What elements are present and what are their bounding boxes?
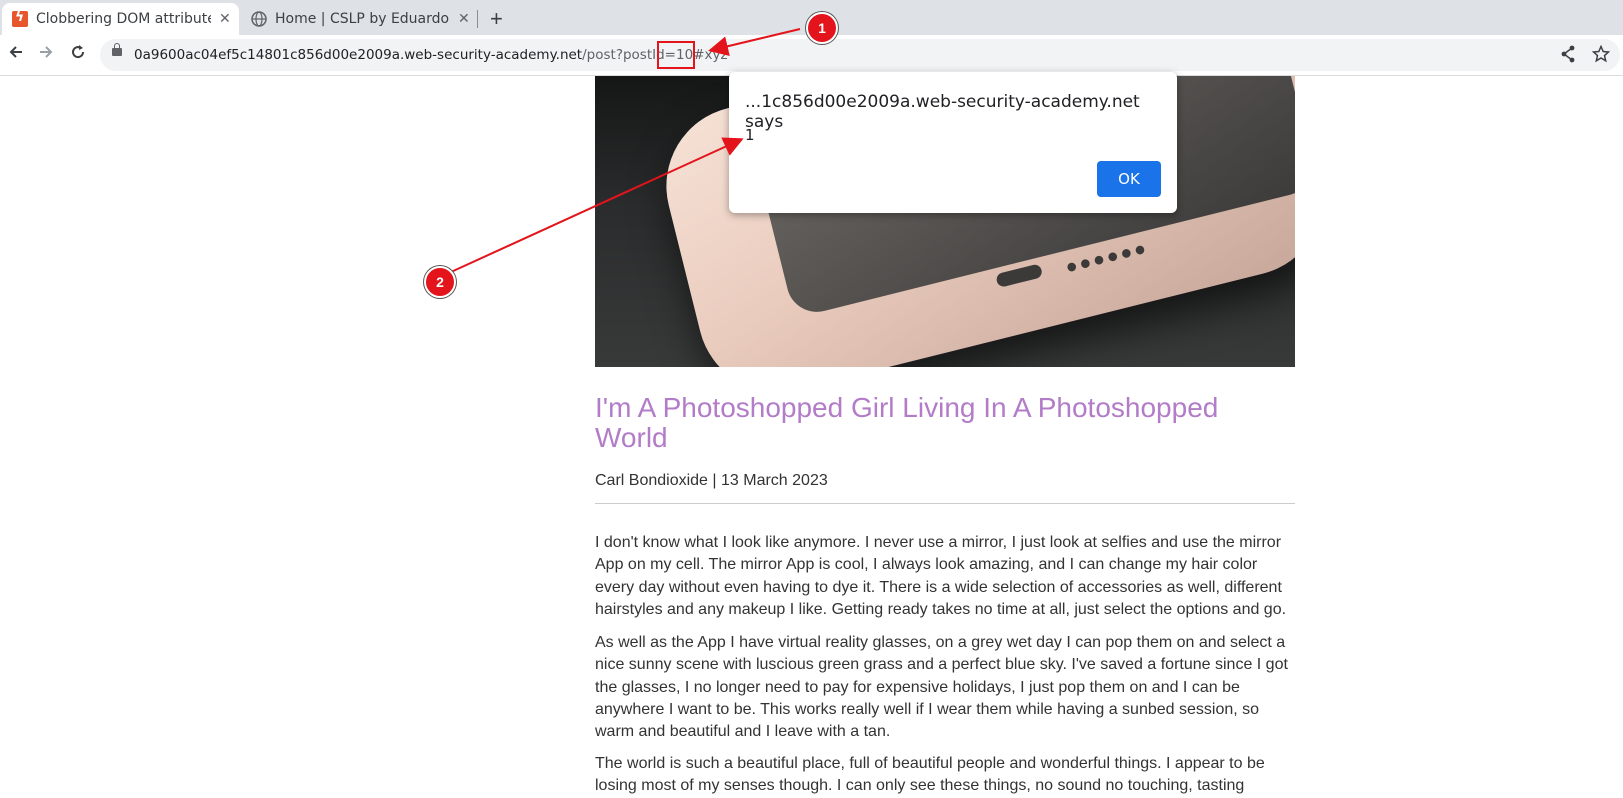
annotation-arrows bbox=[450, 28, 801, 273]
arrow-1 bbox=[708, 28, 801, 57]
annotation-badge-2: 2 bbox=[424, 266, 456, 298]
annotation-badge-1: 1 bbox=[806, 12, 838, 44]
arrow-2 bbox=[450, 137, 744, 273]
